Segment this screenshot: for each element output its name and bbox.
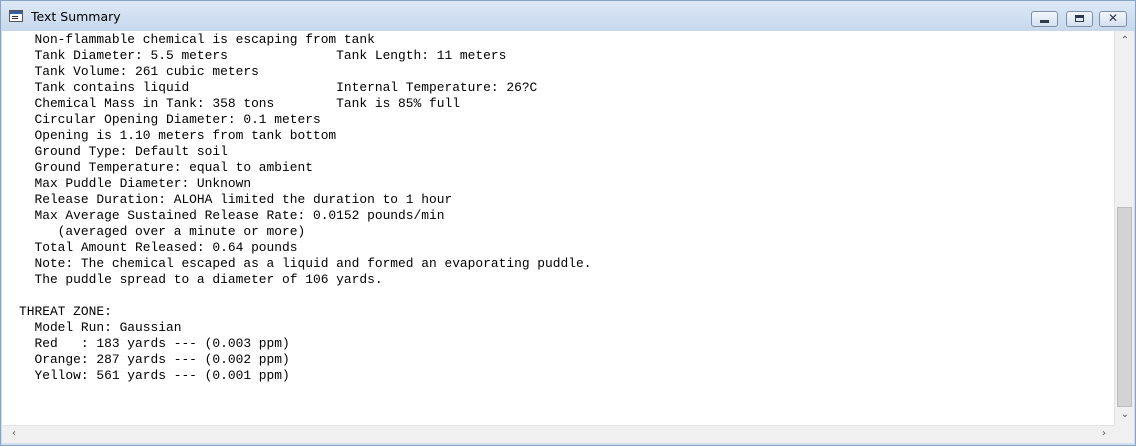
summary-text-area[interactable]: Non-flammable chemical is escaping from … <box>2 31 1114 425</box>
title-bar[interactable]: Text Summary ✕ <box>1 1 1135 31</box>
summary-line: Max Puddle Diameter: Unknown <box>19 176 252 191</box>
summary-line: Tank Diameter: 5.5 meters Tank Length: 1… <box>19 48 507 63</box>
minimize-icon <box>1040 20 1049 23</box>
summary-line: Tank contains liquid Internal Temperatur… <box>19 80 538 95</box>
summary-line: Chemical Mass in Tank: 358 tons Tank is … <box>19 96 460 111</box>
maximize-button[interactable] <box>1066 11 1093 27</box>
summary-line: (averaged over a minute or more) <box>19 224 306 239</box>
summary-line: Non-flammable chemical is escaping from … <box>19 32 375 47</box>
horizontal-scrollbar[interactable]: ‹ › <box>2 425 1114 443</box>
scroll-right-arrow-icon[interactable]: › <box>1094 426 1114 442</box>
summary-line: THREAT ZONE: <box>19 304 112 319</box>
summary-line: Ground Temperature: equal to ambient <box>19 160 313 175</box>
maximize-icon <box>1075 15 1084 22</box>
scroll-left-arrow-icon[interactable]: ‹ <box>4 426 24 442</box>
close-button[interactable]: ✕ <box>1099 11 1127 27</box>
vertical-scroll-thumb[interactable] <box>1117 207 1132 407</box>
summary-line: Model Run: Gaussian <box>19 320 182 335</box>
summary-line: Circular Opening Diameter: 0.1 meters <box>19 112 321 127</box>
summary-line: Note: The chemical escaped as a liquid a… <box>19 256 592 271</box>
summary-line: Tank Volume: 261 cubic meters <box>19 64 259 79</box>
summary-line: Yellow: 561 yards --- (0.001 ppm) <box>19 368 290 383</box>
vertical-scrollbar[interactable]: ⌃ ⌄ <box>1114 31 1134 425</box>
window-title: Text Summary <box>31 9 121 24</box>
scrollbar-corner <box>1114 425 1134 443</box>
text-document-icon[interactable] <box>9 10 23 22</box>
scroll-up-arrow-icon[interactable]: ⌃ <box>1115 33 1135 49</box>
scroll-down-arrow-icon[interactable]: ⌄ <box>1115 407 1135 423</box>
summary-line: Orange: 287 yards --- (0.002 ppm) <box>19 352 290 367</box>
summary-line: Release Duration: ALOHA limited the dura… <box>19 192 453 207</box>
close-icon: ✕ <box>1107 11 1119 25</box>
text-summary-window: Text Summary ✕ Non-flammable chemical is… <box>0 0 1136 446</box>
minimize-button[interactable] <box>1031 11 1058 27</box>
summary-line: Opening is 1.10 meters from tank bottom <box>19 128 337 143</box>
summary-line: Max Average Sustained Release Rate: 0.01… <box>19 208 445 223</box>
summary-line: Ground Type: Default soil <box>19 144 228 159</box>
summary-line: Total Amount Released: 0.64 pounds <box>19 240 298 255</box>
summary-line: The puddle spread to a diameter of 106 y… <box>19 272 383 287</box>
summary-line: Red : 183 yards --- (0.003 ppm) <box>19 336 290 351</box>
